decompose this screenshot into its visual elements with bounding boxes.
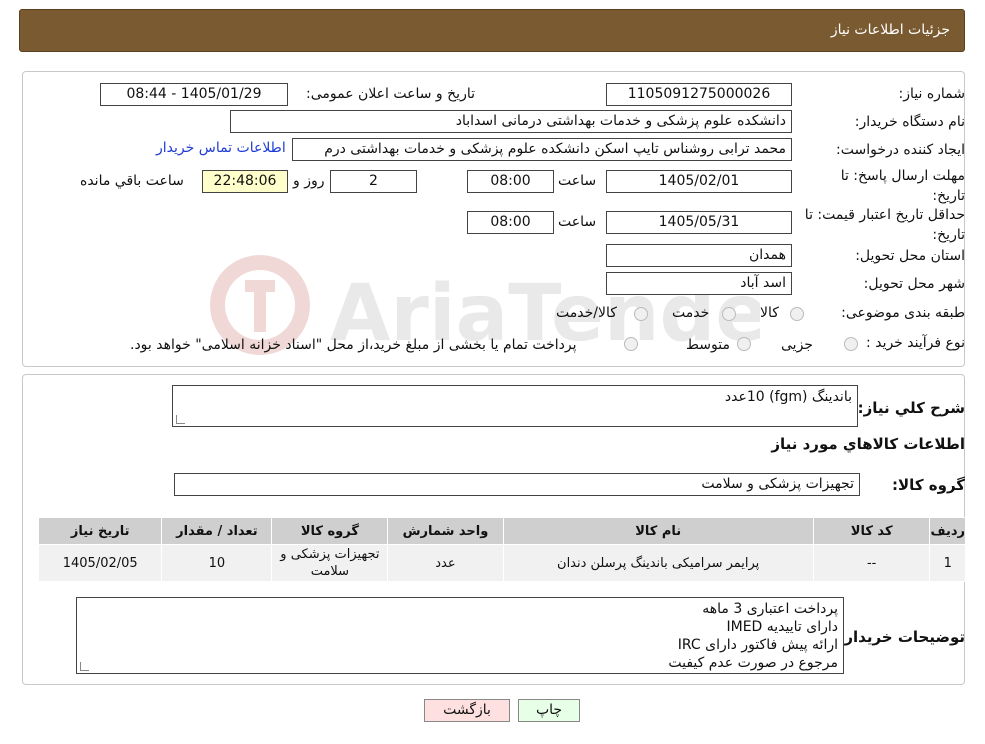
buyer-notes-textarea[interactable]: پرداخت اعتباری 3 ماهه دارای تاییدیه IMED…: [76, 597, 844, 674]
cell-item-group: تجهیزات پزشکی و سلامت: [271, 544, 389, 582]
category-option-goods: کالا: [760, 305, 779, 321]
reply-time-field[interactable]: 08:00: [467, 170, 554, 193]
reply-time-label: ساعت: [558, 173, 597, 189]
category-option-goods-service: کالا/خدمت: [556, 305, 617, 321]
cell-need-date: 1405/02/05: [37, 544, 163, 582]
price-date-field[interactable]: 1405/05/31: [606, 211, 792, 234]
goods-info-title: اطلاعات کالاهاي مورد نياز: [771, 435, 965, 453]
creator-field[interactable]: محمد ترابی روشناس تایپ اسکن دانشکده علوم…: [292, 138, 792, 161]
summary-text: باندینگ (fgm) 10عدد: [724, 389, 852, 405]
cell-unit: عدد: [387, 544, 504, 582]
reply-date-field[interactable]: 1405/02/01: [606, 170, 792, 193]
city-label: شهر محل تحویل:: [863, 276, 965, 292]
page-title: جزئیات اطلاعات نیاز: [830, 22, 950, 38]
goods-table: ردیف کد کالا نام کالا واحد شمارش گروه کا…: [37, 517, 966, 582]
col-need-date: تاریخ نیاز: [37, 517, 163, 545]
summary-textarea[interactable]: باندینگ (fgm) 10عدد: [172, 385, 858, 427]
province-label: استان محل تحویل:: [855, 248, 965, 264]
buyer-note-line: پرداخت اعتباری 3 ماهه: [702, 601, 838, 617]
buyer-contact-link[interactable]: اطلاعات تماس خریدار: [156, 140, 286, 156]
table-row[interactable]: 1 -- پرایمر سرامیکی باندینگ پرسلن دندان …: [37, 544, 966, 582]
col-item-group: گروه کالا: [271, 517, 389, 545]
cell-item-name: پرایمر سرامیکی باندینگ پرسلن دندان: [502, 544, 814, 582]
province-field[interactable]: همدان: [606, 244, 792, 267]
category-label: طبقه بندی موضوعی:: [841, 305, 965, 321]
process-option-medium: متوسط: [686, 337, 730, 353]
process-radio-minor[interactable]: [844, 337, 858, 351]
col-item-name: نام کالا: [502, 517, 814, 545]
col-row-number: ردیف: [929, 517, 966, 545]
category-radio-goods-service[interactable]: [634, 307, 648, 321]
buyer-notes-label: توضیحات خریدار:: [838, 628, 965, 646]
treasury-checkbox[interactable]: [624, 337, 638, 351]
buyer-note-line: ارائه پیش فاکتور دارای IRC: [677, 637, 838, 653]
price-time-field[interactable]: 08:00: [467, 211, 554, 234]
city-field[interactable]: اسد آباد: [606, 272, 792, 295]
announce-date-label: تاریخ و ساعت اعلان عمومی:: [306, 86, 475, 102]
goods-group-label: گروه کالا:: [892, 476, 965, 494]
price-validity-label: حداقل تاریخ اعتبار قیمت: تا تاریخ:: [804, 207, 965, 243]
resize-handle-icon[interactable]: [80, 662, 89, 671]
goods-table-header: ردیف کد کالا نام کالا واحد شمارش گروه کا…: [37, 517, 966, 545]
col-unit: واحد شمارش: [387, 517, 504, 545]
reply-deadline-label: مهلت ارسال پاسخ: تا تاریخ:: [840, 168, 965, 204]
category-radio-service[interactable]: [722, 307, 736, 321]
cell-row-number: 1: [929, 544, 966, 582]
cell-item-code: --: [812, 544, 931, 582]
summary-label: شرح کلي نياز:: [857, 399, 965, 417]
resize-handle-icon[interactable]: [176, 415, 185, 424]
category-option-service: خدمت: [672, 305, 710, 321]
days-label: روز و: [293, 173, 325, 189]
page-header: جزئیات اطلاعات نیاز: [19, 9, 965, 52]
process-label: نوع فرآیند خرید :: [866, 335, 965, 351]
remaining-time-field: 22:48:06: [202, 170, 288, 193]
goods-group-field[interactable]: تجهیزات پزشکی و سلامت: [174, 473, 860, 496]
category-radio-goods[interactable]: [790, 307, 804, 321]
announce-date-field[interactable]: 1405/01/29 - 08:44: [100, 83, 288, 106]
buyer-org-field[interactable]: دانشکده علوم پزشکی و خدمات بهداشتی درمان…: [230, 110, 792, 133]
print-button[interactable]: چاپ: [518, 699, 580, 722]
remaining-label: ساعت باقي مانده: [80, 173, 184, 189]
buyer-note-line: مرجوع در صورت عدم کیفیت: [668, 655, 838, 671]
days-field[interactable]: 2: [330, 170, 417, 193]
process-radio-medium[interactable]: [737, 337, 751, 351]
col-quantity: تعداد / مقدار: [161, 517, 273, 545]
process-option-minor: جزیی: [781, 337, 813, 353]
buyer-note-line: دارای تاییدیه IMED: [726, 619, 838, 635]
col-item-code: کد کالا: [812, 517, 931, 545]
need-number-field[interactable]: 1105091275000026: [606, 83, 792, 106]
process-note: پرداخت تمام یا بخشی از مبلغ خرید،از محل …: [130, 337, 577, 353]
back-button[interactable]: بازگشت: [424, 699, 510, 722]
creator-label: ایجاد کننده درخواست:: [836, 142, 965, 158]
buyer-org-label: نام دستگاه خریدار:: [854, 114, 965, 130]
price-time-label: ساعت: [558, 214, 597, 230]
need-number-label: شماره نیاز:: [898, 86, 966, 102]
cell-quantity: 10: [161, 544, 273, 582]
